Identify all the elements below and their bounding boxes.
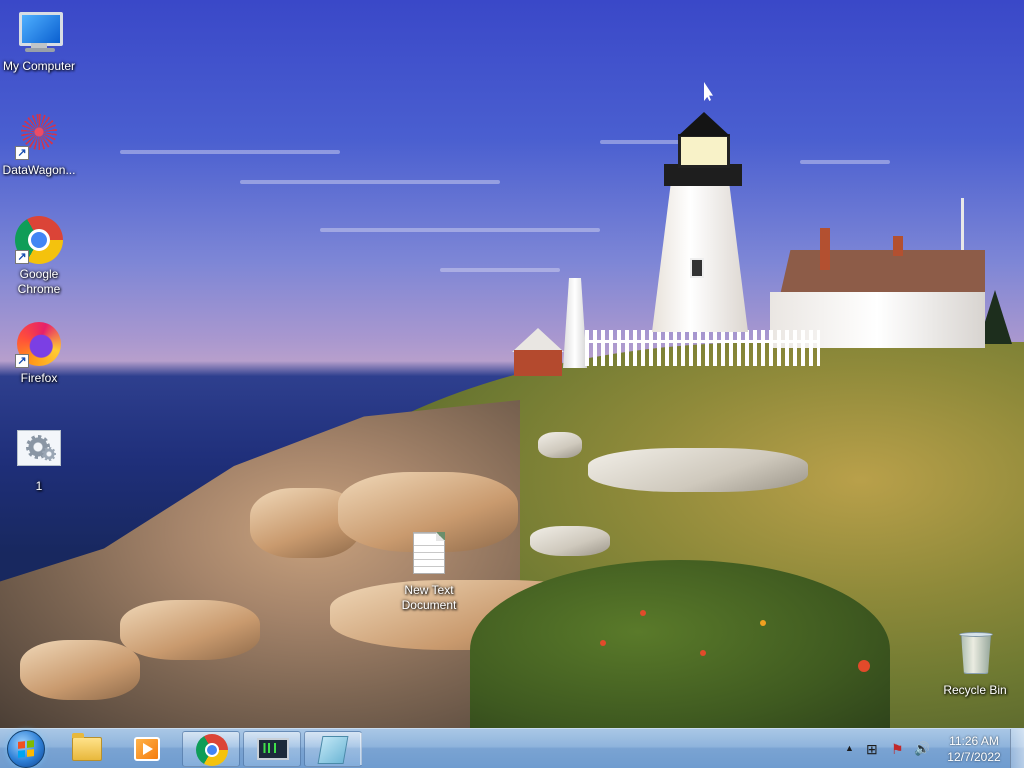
taskbar: ▲ ⊞ ⚑ 🔊 11:26 AM 12/7/2022 — [0, 728, 1024, 768]
firefox-icon: ↗ — [15, 320, 63, 368]
desktop-icon-google-chrome[interactable]: ↗ Google Chrome — [0, 216, 78, 297]
text-document-icon — [405, 532, 453, 580]
windows-start-icon — [18, 740, 34, 758]
desktop-icon-new-text-document[interactable]: New Text Document — [390, 532, 468, 613]
desktop-icon-label: Recycle Bin — [943, 683, 1007, 697]
taskbar-button-notepad[interactable] — [304, 731, 362, 767]
desktop-icon-label: Firefox — [20, 371, 58, 385]
desktop-icon-label: Google Chrome — [17, 267, 61, 296]
taskbar-button-google-chrome[interactable] — [182, 731, 240, 767]
clock-date: 12/7/2022 — [947, 750, 1001, 764]
shortcut-arrow-icon: ↗ — [15, 146, 29, 160]
taskbar-button-task-manager[interactable] — [243, 731, 301, 767]
show-hidden-icons-button[interactable]: ▲ — [845, 743, 854, 753]
desktop-icon-label: 1 — [35, 479, 43, 493]
recycle-bin-icon — [951, 632, 999, 680]
chrome-icon — [196, 734, 228, 766]
desktop-icon-firefox[interactable]: ↗ Firefox — [0, 320, 78, 386]
folder-icon — [72, 733, 102, 761]
task-manager-icon — [257, 738, 289, 760]
notepad-icon — [317, 736, 349, 764]
shortcut-arrow-icon: ↗ — [15, 354, 29, 368]
desktop-icon-1[interactable]: 1 — [0, 428, 78, 494]
desktop-icon-datawagon[interactable]: ↗ DataWagon... — [0, 112, 78, 178]
show-desktop-button[interactable] — [1010, 729, 1024, 768]
desktop-icon-my-computer[interactable]: My Computer — [0, 8, 78, 74]
computer-icon — [15, 8, 63, 56]
settings-image-icon — [15, 428, 63, 476]
desktop-icon-label: DataWagon... — [2, 163, 76, 177]
action-center-flag-icon[interactable]: ⚑ — [891, 741, 904, 758]
desktop[interactable]: My Computer ↗ DataWagon... ↗ Google Chro… — [0, 0, 1024, 768]
network-icon[interactable]: ⊞ — [866, 741, 878, 758]
desktop-icon-recycle-bin[interactable]: Recycle Bin — [936, 632, 1014, 698]
desktop-icon-label: My Computer — [2, 59, 76, 73]
volume-icon[interactable]: 🔊 — [914, 741, 930, 757]
shortcut-arrow-icon: ↗ — [15, 250, 29, 264]
media-player-icon — [134, 737, 160, 761]
mouse-cursor-icon — [704, 82, 713, 101]
clock-time: 11:26 AM — [949, 734, 999, 748]
taskbar-separator — [360, 733, 362, 765]
start-button[interactable] — [7, 730, 45, 768]
taskbar-button-media-player[interactable] — [118, 731, 176, 767]
datawagon-icon: ↗ — [15, 112, 63, 160]
chrome-icon: ↗ — [15, 216, 63, 264]
desktop-icon-label: New Text Document — [401, 583, 457, 612]
taskbar-button-file-explorer[interactable] — [58, 731, 116, 767]
